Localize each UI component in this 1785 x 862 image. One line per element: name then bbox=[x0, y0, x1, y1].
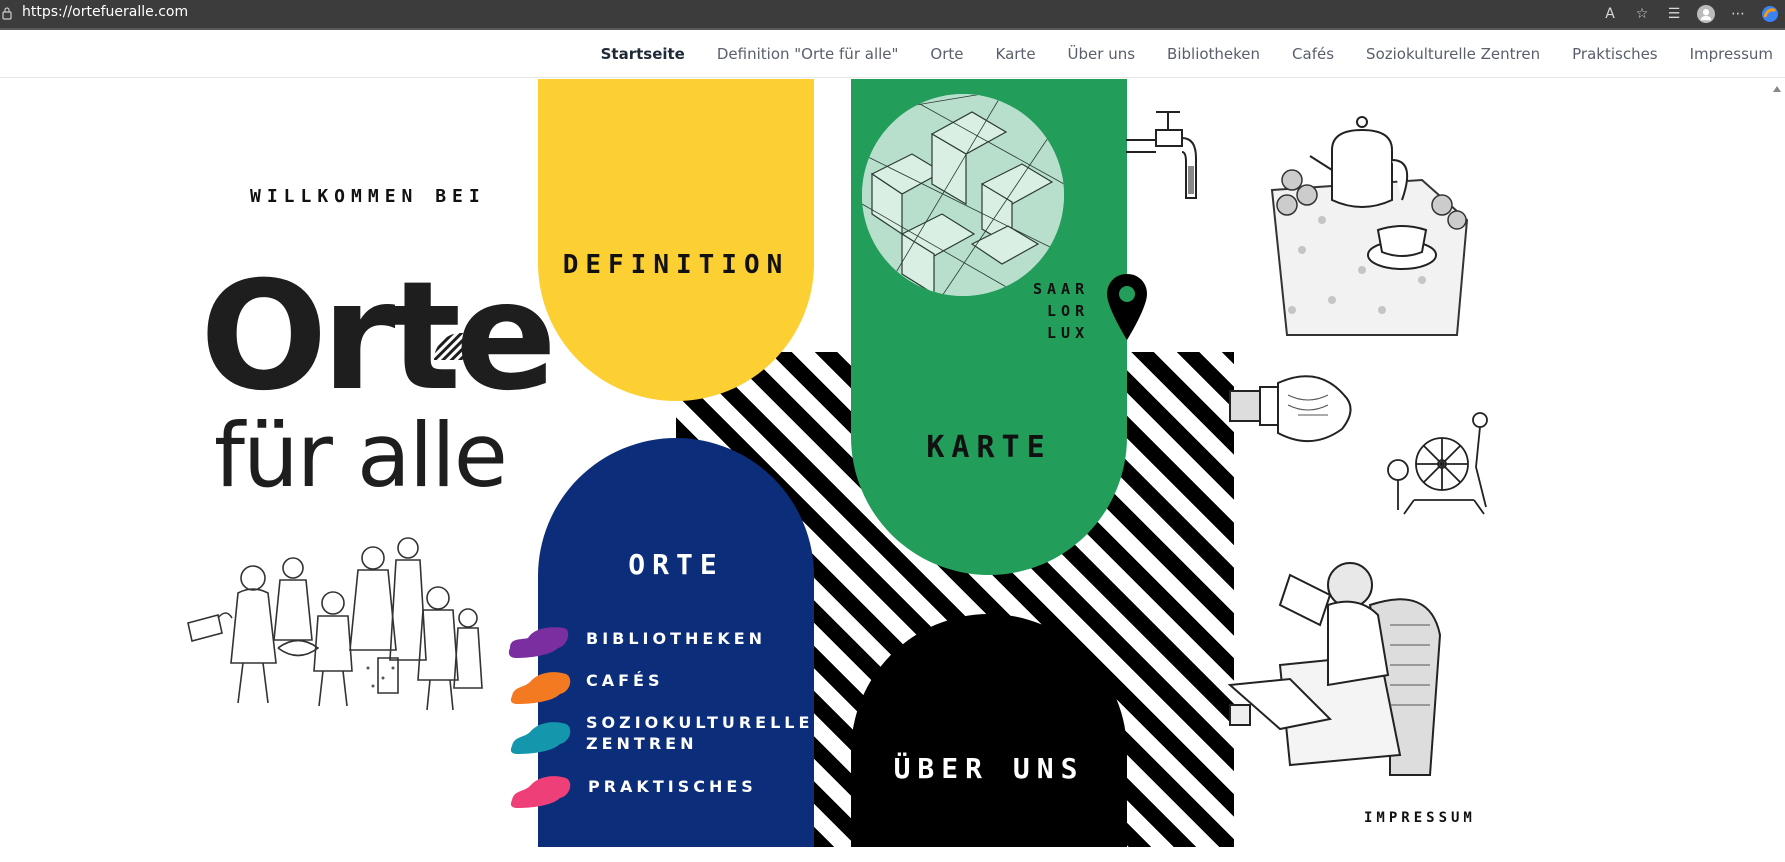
nav-soziokulturelle-zentren[interactable]: Soziokulturelle Zentren bbox=[1366, 45, 1540, 63]
definition-tile-label[interactable]: DEFINITION bbox=[538, 250, 814, 280]
logo-orte: Orte bbox=[200, 250, 557, 424]
profile-avatar-icon[interactable] bbox=[1697, 5, 1715, 23]
light-bulb-illustration bbox=[1229, 375, 1352, 443]
map-pin-icon bbox=[1107, 274, 1147, 340]
site-navigation: Startseite Definition "Orte für alle" Or… bbox=[0, 30, 1785, 78]
nav-startseite[interactable]: Startseite bbox=[601, 45, 685, 63]
nav-impressum[interactable]: Impressum bbox=[1690, 45, 1773, 63]
nav-definition[interactable]: Definition "Orte für alle" bbox=[717, 45, 899, 63]
orte-menu-bibliotheken[interactable]: BIBLIOTHEKEN bbox=[586, 628, 766, 649]
browser-actions: A ☆ ☰ ⋯ bbox=[1601, 0, 1785, 28]
nav-praktisches[interactable]: Praktisches bbox=[1572, 45, 1658, 63]
browser-toolbar: https://ortefueralle.com A ☆ ☰ ⋯ bbox=[0, 0, 1785, 28]
address-bar[interactable]: https://ortefueralle.com bbox=[22, 4, 188, 20]
nav-orte[interactable]: Orte bbox=[930, 45, 963, 63]
orte-menu-cafes[interactable]: CAFÉS bbox=[586, 670, 664, 691]
reading-man-armchair-illustration bbox=[1227, 562, 1442, 776]
orte-tile-label[interactable]: ORTE bbox=[538, 548, 814, 581]
orte-menu-praktisches[interactable]: PRAKTISCHES bbox=[588, 776, 757, 797]
coffee-tray-illustration bbox=[1270, 116, 1469, 336]
teal-brush-icon bbox=[510, 722, 571, 754]
city-aerial-illustration bbox=[862, 94, 1064, 296]
scrollbar-up-arrow[interactable] bbox=[1773, 86, 1781, 92]
definition-tile[interactable] bbox=[538, 79, 814, 401]
copilot-icon[interactable] bbox=[1761, 5, 1779, 23]
nav-karte[interactable]: Karte bbox=[996, 45, 1036, 63]
logo-fur-alle: für alle bbox=[214, 404, 508, 507]
nav-bibliotheken[interactable]: Bibliotheken bbox=[1167, 45, 1260, 63]
nav-cafes[interactable]: Cafés bbox=[1292, 45, 1334, 63]
uber-uns-tile-label[interactable]: ÜBER UNS bbox=[851, 752, 1127, 785]
read-aloud-icon[interactable]: A bbox=[1601, 5, 1619, 23]
karte-tile-label[interactable]: KARTE bbox=[851, 430, 1127, 465]
crowd-illustration bbox=[187, 537, 483, 711]
water-faucet-illustration bbox=[1126, 111, 1197, 199]
welcome-heading: WILLKOMMEN BEI bbox=[250, 186, 486, 207]
saarlorlux-label: SAAR LOR LUX bbox=[1033, 280, 1090, 342]
lock-icon bbox=[2, 7, 12, 20]
spinning-wheel-illustration bbox=[1387, 412, 1488, 515]
orte-menu-soziokulturelle-zentren[interactable]: SOZIOKULTURELLE ZENTREN bbox=[586, 712, 813, 754]
more-menu-icon[interactable]: ⋯ bbox=[1729, 5, 1747, 23]
purple-brush-icon bbox=[508, 627, 569, 658]
orange-brush-icon bbox=[510, 672, 571, 704]
favorites-list-icon[interactable]: ☰ bbox=[1665, 5, 1683, 23]
impressum-link[interactable]: IMPRESSUM bbox=[1364, 810, 1476, 826]
favorite-star-icon[interactable]: ☆ bbox=[1633, 5, 1651, 23]
nav-uber-uns[interactable]: Über uns bbox=[1068, 45, 1136, 63]
logo-hatched-dome-icon bbox=[434, 333, 488, 360]
pink-brush-icon bbox=[510, 776, 571, 808]
